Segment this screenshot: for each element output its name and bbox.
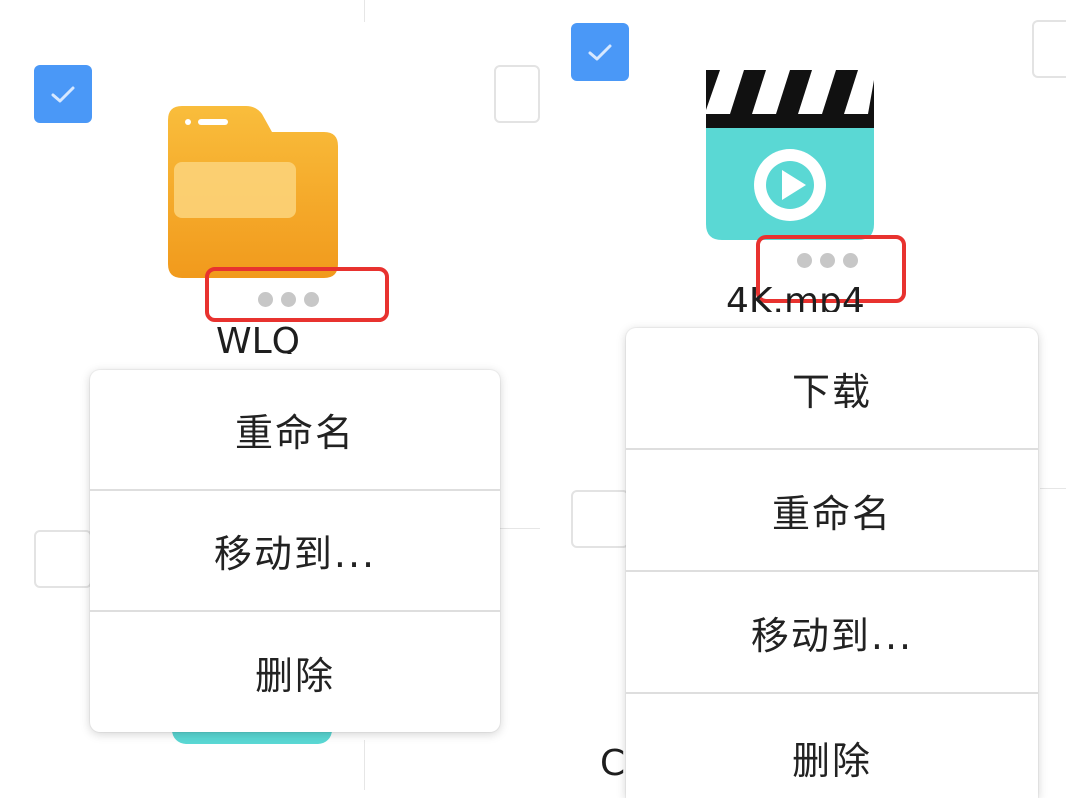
menu-pointer xyxy=(278,360,298,370)
video-filename: 4K.mp4 xyxy=(726,284,865,312)
partial-filename: C xyxy=(600,743,626,784)
folder-filename: WLQ xyxy=(216,324,300,354)
grid-divider-top xyxy=(364,0,365,22)
far-right-select-checkbox[interactable] xyxy=(1032,20,1066,78)
grid-divider-h xyxy=(500,528,540,529)
video-select-checkbox[interactable] xyxy=(571,23,629,81)
checkmark-icon xyxy=(51,86,75,103)
menu-move-to[interactable]: 移动到... xyxy=(626,572,1038,694)
grid-divider-bottom xyxy=(364,740,365,790)
highlight-box-left xyxy=(205,267,389,322)
video-file-icon xyxy=(706,70,874,240)
neighbor-select-checkbox[interactable] xyxy=(494,65,540,123)
checkmark-icon xyxy=(588,44,612,61)
menu-delete[interactable]: 删除 xyxy=(626,694,1038,798)
folder-select-checkbox[interactable] xyxy=(34,65,92,123)
grid-divider-h2 xyxy=(1040,488,1066,489)
menu-rename[interactable]: 重命名 xyxy=(626,450,1038,572)
menu-delete[interactable]: 删除 xyxy=(90,612,500,732)
row2-mid-select-checkbox[interactable] xyxy=(571,490,629,548)
row2-select-checkbox[interactable] xyxy=(34,530,92,588)
folder-context-menu: 重命名 移动到... 删除 xyxy=(90,370,500,732)
video-context-menu: 下载 重命名 移动到... 删除 xyxy=(626,328,1038,798)
menu-download[interactable]: 下载 xyxy=(626,328,1038,450)
menu-move-to[interactable]: 移动到... xyxy=(90,491,500,612)
folder-icon xyxy=(168,106,338,278)
menu-rename[interactable]: 重命名 xyxy=(90,370,500,491)
